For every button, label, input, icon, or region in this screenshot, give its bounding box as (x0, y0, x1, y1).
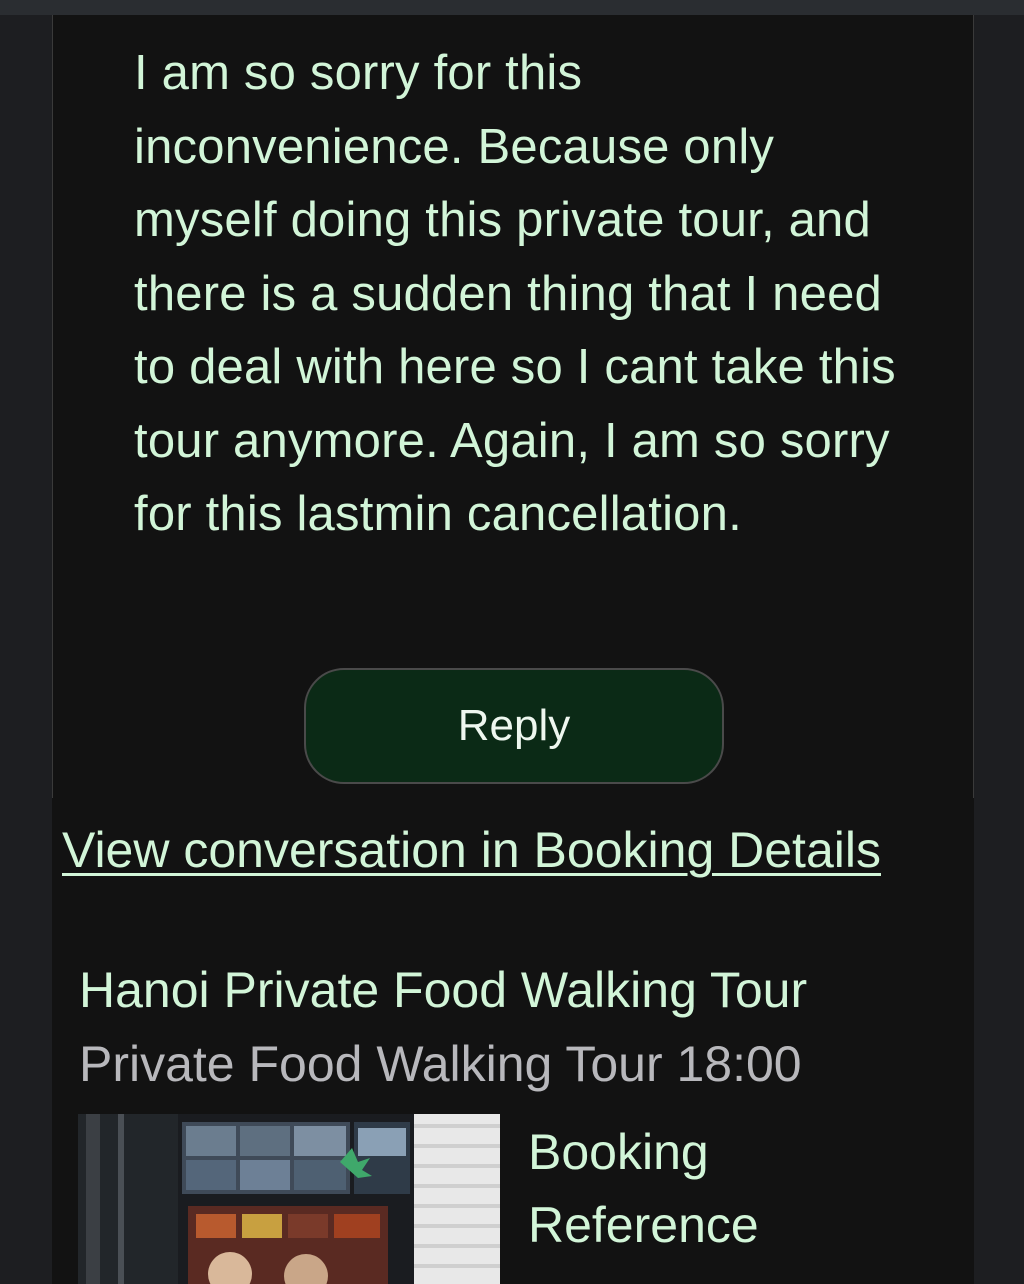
booking-reference-label: Booking Reference (528, 1124, 759, 1253)
tour-title: Hanoi Private Food Walking Tour (79, 962, 808, 1018)
message-body: I am so sorry for this inconvenience. Be… (134, 46, 896, 541)
email-screen: I am so sorry for this inconvenience. Be… (0, 0, 1024, 1284)
tour-photo (78, 1114, 500, 1284)
reply-button[interactable]: Reply (304, 668, 724, 784)
top-bar (0, 0, 1024, 15)
tour-option: Private Food Walking Tour 18:00 (79, 1036, 802, 1092)
view-conversation-link[interactable]: View conversation in Booking Details (62, 816, 881, 884)
message-card: I am so sorry for this inconvenience. Be… (52, 15, 974, 798)
